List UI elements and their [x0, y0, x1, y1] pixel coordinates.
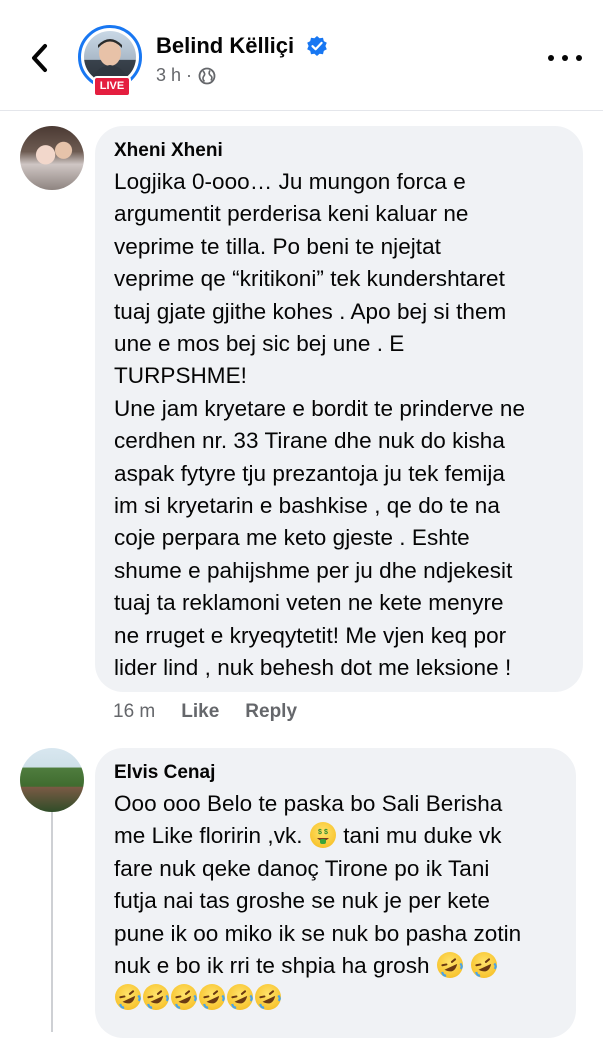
rolling-on-floor-laughing-emoji [471, 952, 498, 979]
comment-bubble: Xheni Xheni Logjika 0-ooo… Ju mungon for… [95, 126, 583, 692]
verified-badge-icon [307, 36, 327, 56]
money-mouth-face-emoji: $ $ [309, 822, 336, 849]
comment-text: Ooo ooo Belo te paska bo Sali Berisha me… [114, 788, 558, 1015]
comment-bubble: Elvis Cenaj Ooo ooo Belo te paska bo Sal… [95, 748, 576, 1038]
reply-button[interactable]: Reply [245, 701, 297, 723]
rolling-on-floor-laughing-emoji [199, 984, 225, 1011]
globe-icon [198, 67, 216, 84]
author-name[interactable]: Belind Këlliçi [156, 33, 294, 59]
rolling-on-floor-laughing-emoji [171, 984, 197, 1011]
rolling-on-floor-laughing-emoji [436, 952, 463, 979]
post-meta: 3 h · [156, 65, 216, 86]
commenter-name[interactable]: Elvis Cenaj [114, 762, 558, 784]
more-options-button[interactable] [548, 43, 582, 73]
back-button[interactable] [22, 38, 56, 78]
svg-text:$ $: $ $ [318, 829, 328, 836]
more-dots-icon [548, 55, 554, 61]
like-button[interactable]: Like [181, 701, 219, 723]
rolling-on-floor-laughing-emoji [227, 984, 253, 1011]
rolling-on-floor-laughing-emoji [255, 984, 281, 1011]
commenter-avatar-elvis[interactable] [20, 748, 84, 812]
rolling-on-floor-laughing-emoji [115, 984, 141, 1011]
comment-actions: 16 m Like Reply [113, 701, 297, 723]
commenter-avatar-xheni[interactable] [20, 126, 84, 190]
post-time: 3 h · [156, 65, 193, 85]
thread-line [51, 812, 53, 1032]
comment-text: Logjika 0-ooo… Ju mungon forca e argumen… [114, 169, 526, 681]
live-badge: LIVE [93, 76, 131, 97]
rolling-on-floor-laughing-emoji [143, 984, 169, 1011]
commenter-name[interactable]: Xheni Xheni [114, 140, 565, 162]
post-header: LIVE Belind Këlliçi 3 h · [0, 0, 603, 111]
comment-time: 16 m [113, 701, 156, 722]
chevron-left-icon [32, 44, 47, 72]
